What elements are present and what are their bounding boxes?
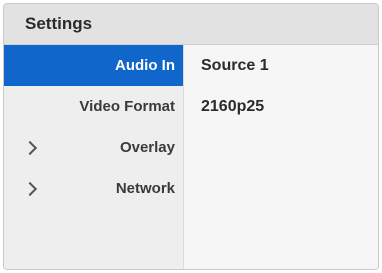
sidebar-item-video-format[interactable]: Video Format (4, 86, 183, 127)
video-format-value[interactable]: 2160p25 (184, 86, 378, 127)
sidebar-item-label: Overlay (119, 139, 175, 156)
settings-panel: Settings Audio In Video Format Overlay N… (3, 3, 379, 270)
sidebar-item-label: Video Format (79, 98, 175, 115)
panel-title: Settings (25, 14, 93, 33)
settings-sidebar: Audio In Video Format Overlay Network (4, 45, 184, 269)
video-format-text: 2160p25 (201, 97, 265, 115)
sidebar-item-network[interactable]: Network (4, 168, 183, 209)
sidebar-item-audio-in[interactable]: Audio In (4, 45, 183, 86)
settings-content: Source 1 2160p25 (184, 45, 378, 269)
sidebar-item-overlay[interactable]: Overlay (4, 127, 183, 168)
panel-header: Settings (4, 4, 378, 45)
chevron-right-icon (22, 181, 38, 196)
audio-in-source: Source 1 (201, 56, 269, 74)
chevron-right-icon (22, 140, 38, 155)
panel-body: Audio In Video Format Overlay Network So… (4, 45, 378, 269)
sidebar-item-label: Audio In (115, 57, 175, 74)
audio-in-value[interactable]: Source 1 (184, 45, 378, 86)
sidebar-item-label: Network (115, 180, 175, 197)
